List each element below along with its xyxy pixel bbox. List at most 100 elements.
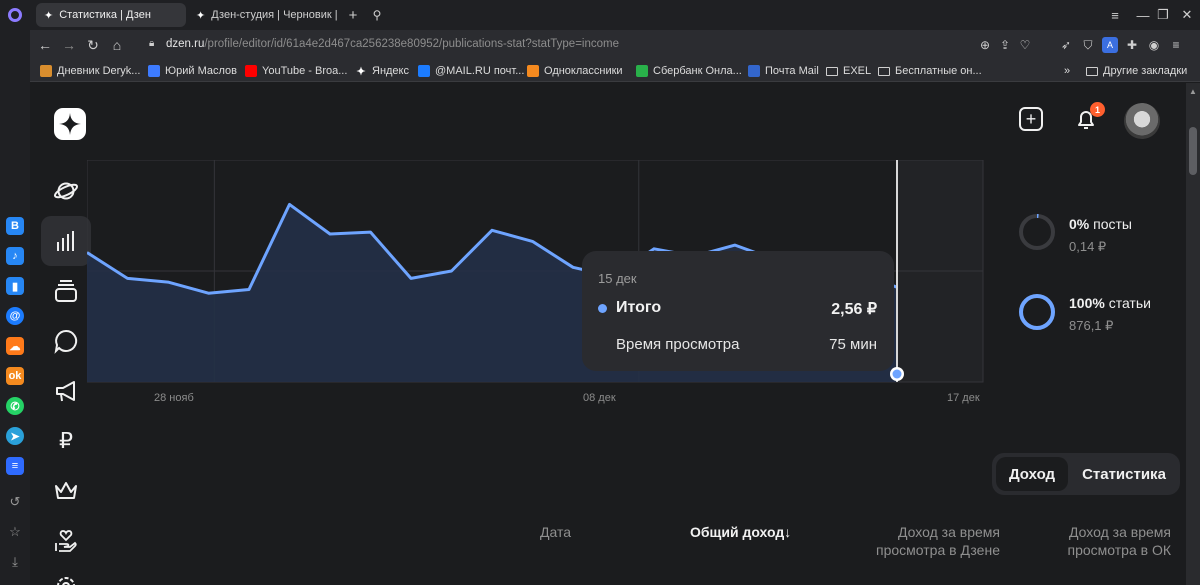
nav-promotion[interactable] [41,366,91,416]
nav-income[interactable]: ₽ [41,416,91,466]
list-app-icon[interactable]: ≡ [6,457,24,475]
nav-settings[interactable] [41,561,91,585]
bookmark-item[interactable]: EXEL [826,63,871,79]
tooltip-time-value: 75 мин [829,336,877,353]
posts-share-ring [1019,214,1055,250]
extensions-icon[interactable]: ✚ [1124,37,1140,53]
create-button[interactable]: + [1019,107,1043,131]
articles-percent: 100% [1069,295,1105,311]
toggle-income[interactable]: Доход [996,457,1068,491]
close-window-icon[interactable]: ✕ [1178,6,1196,24]
col-total-income[interactable]: Общий доход↓ [690,523,791,541]
tab-bar: ✦ Статистика | Дзен ✦ Дзен-студия | Черн… [30,0,1200,30]
vk-icon[interactable]: В [6,217,24,235]
home-icon[interactable]: ⌂ [108,36,126,54]
music-icon[interactable]: ♪ [6,247,24,265]
whatsapp-icon[interactable]: ✆ [6,397,24,415]
posts-percent: 0% [1069,216,1090,232]
telegram-icon[interactable]: ➤ [6,427,24,445]
posts-amount: 0,14 ₽ [1069,239,1107,254]
page-scrollbar[interactable]: ▲ [1186,83,1200,585]
bookmark-label: Дневник Deryk... [57,65,141,77]
nav-donations[interactable] [41,516,91,566]
mail-app-icon[interactable]: @ [6,307,24,325]
avatar[interactable] [1124,103,1160,139]
url-path: /profile/editor/id/61a4e2d467ca256238e80… [204,38,619,50]
zoom-icon[interactable]: ⊕ [977,37,993,53]
scroll-thumb[interactable] [1189,127,1197,175]
new-tab-icon[interactable]: + [343,5,363,25]
forward-icon[interactable]: → [60,36,78,54]
browser-sidebar: В ♪ ▮ @ ☁ ok ✆ ➤ ≡ ↺ ☆ ⤓ [0,0,30,585]
rocket-icon[interactable]: ➶ [1058,37,1074,53]
scroll-up-icon[interactable]: ▲ [1189,87,1197,96]
toggle-statistics[interactable]: Статистика [1072,457,1176,491]
nav-publications[interactable] [41,266,91,316]
bar-chart-icon [57,231,74,251]
bookmark-item[interactable]: Бесплатные он... [878,63,982,79]
download-icon[interactable]: ⤓ [7,554,23,570]
col-date[interactable]: Дата [540,523,571,541]
tab-statistics[interactable]: ✦ Статистика | Дзен [36,3,186,27]
nav-comments[interactable] [41,316,91,366]
bookmark-item[interactable]: YouTube - Broa... [245,63,347,79]
col-ok-income[interactable]: Доход за время просмотра в ОК [1035,523,1171,559]
url-host: dzen.ru [166,38,205,50]
bookmark-item[interactable]: Сбербанк Онла... [636,63,742,79]
bookmark-label: Почта Mail [765,65,819,77]
tab-studio[interactable]: ✦ Дзен-студия | Черновик | Д [188,3,338,27]
tooltip-total-label: Итого [616,299,662,316]
x-tick-label: 08 дек [583,392,616,404]
shield-icon[interactable]: ⛉ [1080,37,1096,53]
account-icon[interactable]: ◉ [1146,37,1162,53]
bookmark-item[interactable]: Дневник Deryk... [40,63,140,79]
tooltip-date: 15 дек [598,271,637,286]
mail-icon [748,65,760,77]
bookmarks-more[interactable]: » [1064,63,1070,79]
bookmark-label: @MAIL.RU почт... [435,65,525,77]
nav-feed[interactable] [41,166,91,216]
nav-statistics[interactable] [41,216,91,266]
bookmark-item[interactable]: Юрий Маслов [148,63,237,79]
notification-badge: 1 [1090,102,1105,117]
history-icon[interactable]: ↺ [7,494,23,510]
posts-share-title: 0% посты [1069,216,1132,232]
share-icon[interactable]: ⇪ [997,37,1013,53]
browser-menu-icon[interactable]: ≡ [1168,37,1184,53]
chart-selected-point [892,369,902,379]
bookmark-label: EXEL [843,65,872,77]
restore-icon[interactable]: ❐ [1154,6,1172,24]
reload-icon[interactable]: ↻ [84,36,102,54]
opera-logo-icon[interactable] [8,8,22,22]
bookmark-item[interactable]: ✦ Яндекс [355,63,409,79]
star-icon[interactable]: ☆ [7,524,23,540]
articles-label: статьи [1108,295,1151,311]
lock-icon[interactable]: 🔒︎ [149,38,161,52]
col-dzen-income[interactable]: Доход за время просмотра в Дзене [860,523,1000,559]
odnoklassniki-icon[interactable]: ok [6,367,24,385]
x-tick-label: 28 нояб [154,392,194,404]
bookmark-item[interactable]: @MAIL.RU почт... [418,63,524,79]
translate-icon[interactable]: A [1102,37,1118,53]
tab-search-icon[interactable]: ⚲ [367,5,387,25]
cloud-icon[interactable]: ☁ [6,337,24,355]
tab-menu-icon[interactable]: ≡ [1106,6,1124,24]
url-field[interactable]: dzen.ru/profile/editor/id/61a4e2d467ca25… [166,38,619,50]
articles-amount: 876,1 ₽ [1069,318,1114,333]
ok-icon [527,65,539,77]
back-icon[interactable]: ← [36,36,54,54]
bookmark-label: YouTube - Broa... [262,65,348,77]
stats-app-icon[interactable]: ▮ [6,277,24,295]
minimize-icon[interactable]: — [1134,6,1152,24]
bookmark-item[interactable]: Почта Mail [748,63,819,79]
youtube-icon [245,65,257,77]
dzen-logo[interactable] [54,108,86,140]
bookmark-label: Одноклассники [544,65,623,77]
bookmark-heart-icon[interactable]: ♡ [1017,37,1033,53]
nav-premium[interactable] [41,466,91,516]
bookmark-item[interactable]: Одноклассники [527,63,623,79]
other-bookmarks[interactable]: Другие закладки [1086,63,1187,79]
message-icon [148,65,160,77]
chart-tooltip: 15 дек Итого 2,56 ₽ Время просмотра 75 м… [582,251,894,371]
megaphone-icon [56,381,75,402]
